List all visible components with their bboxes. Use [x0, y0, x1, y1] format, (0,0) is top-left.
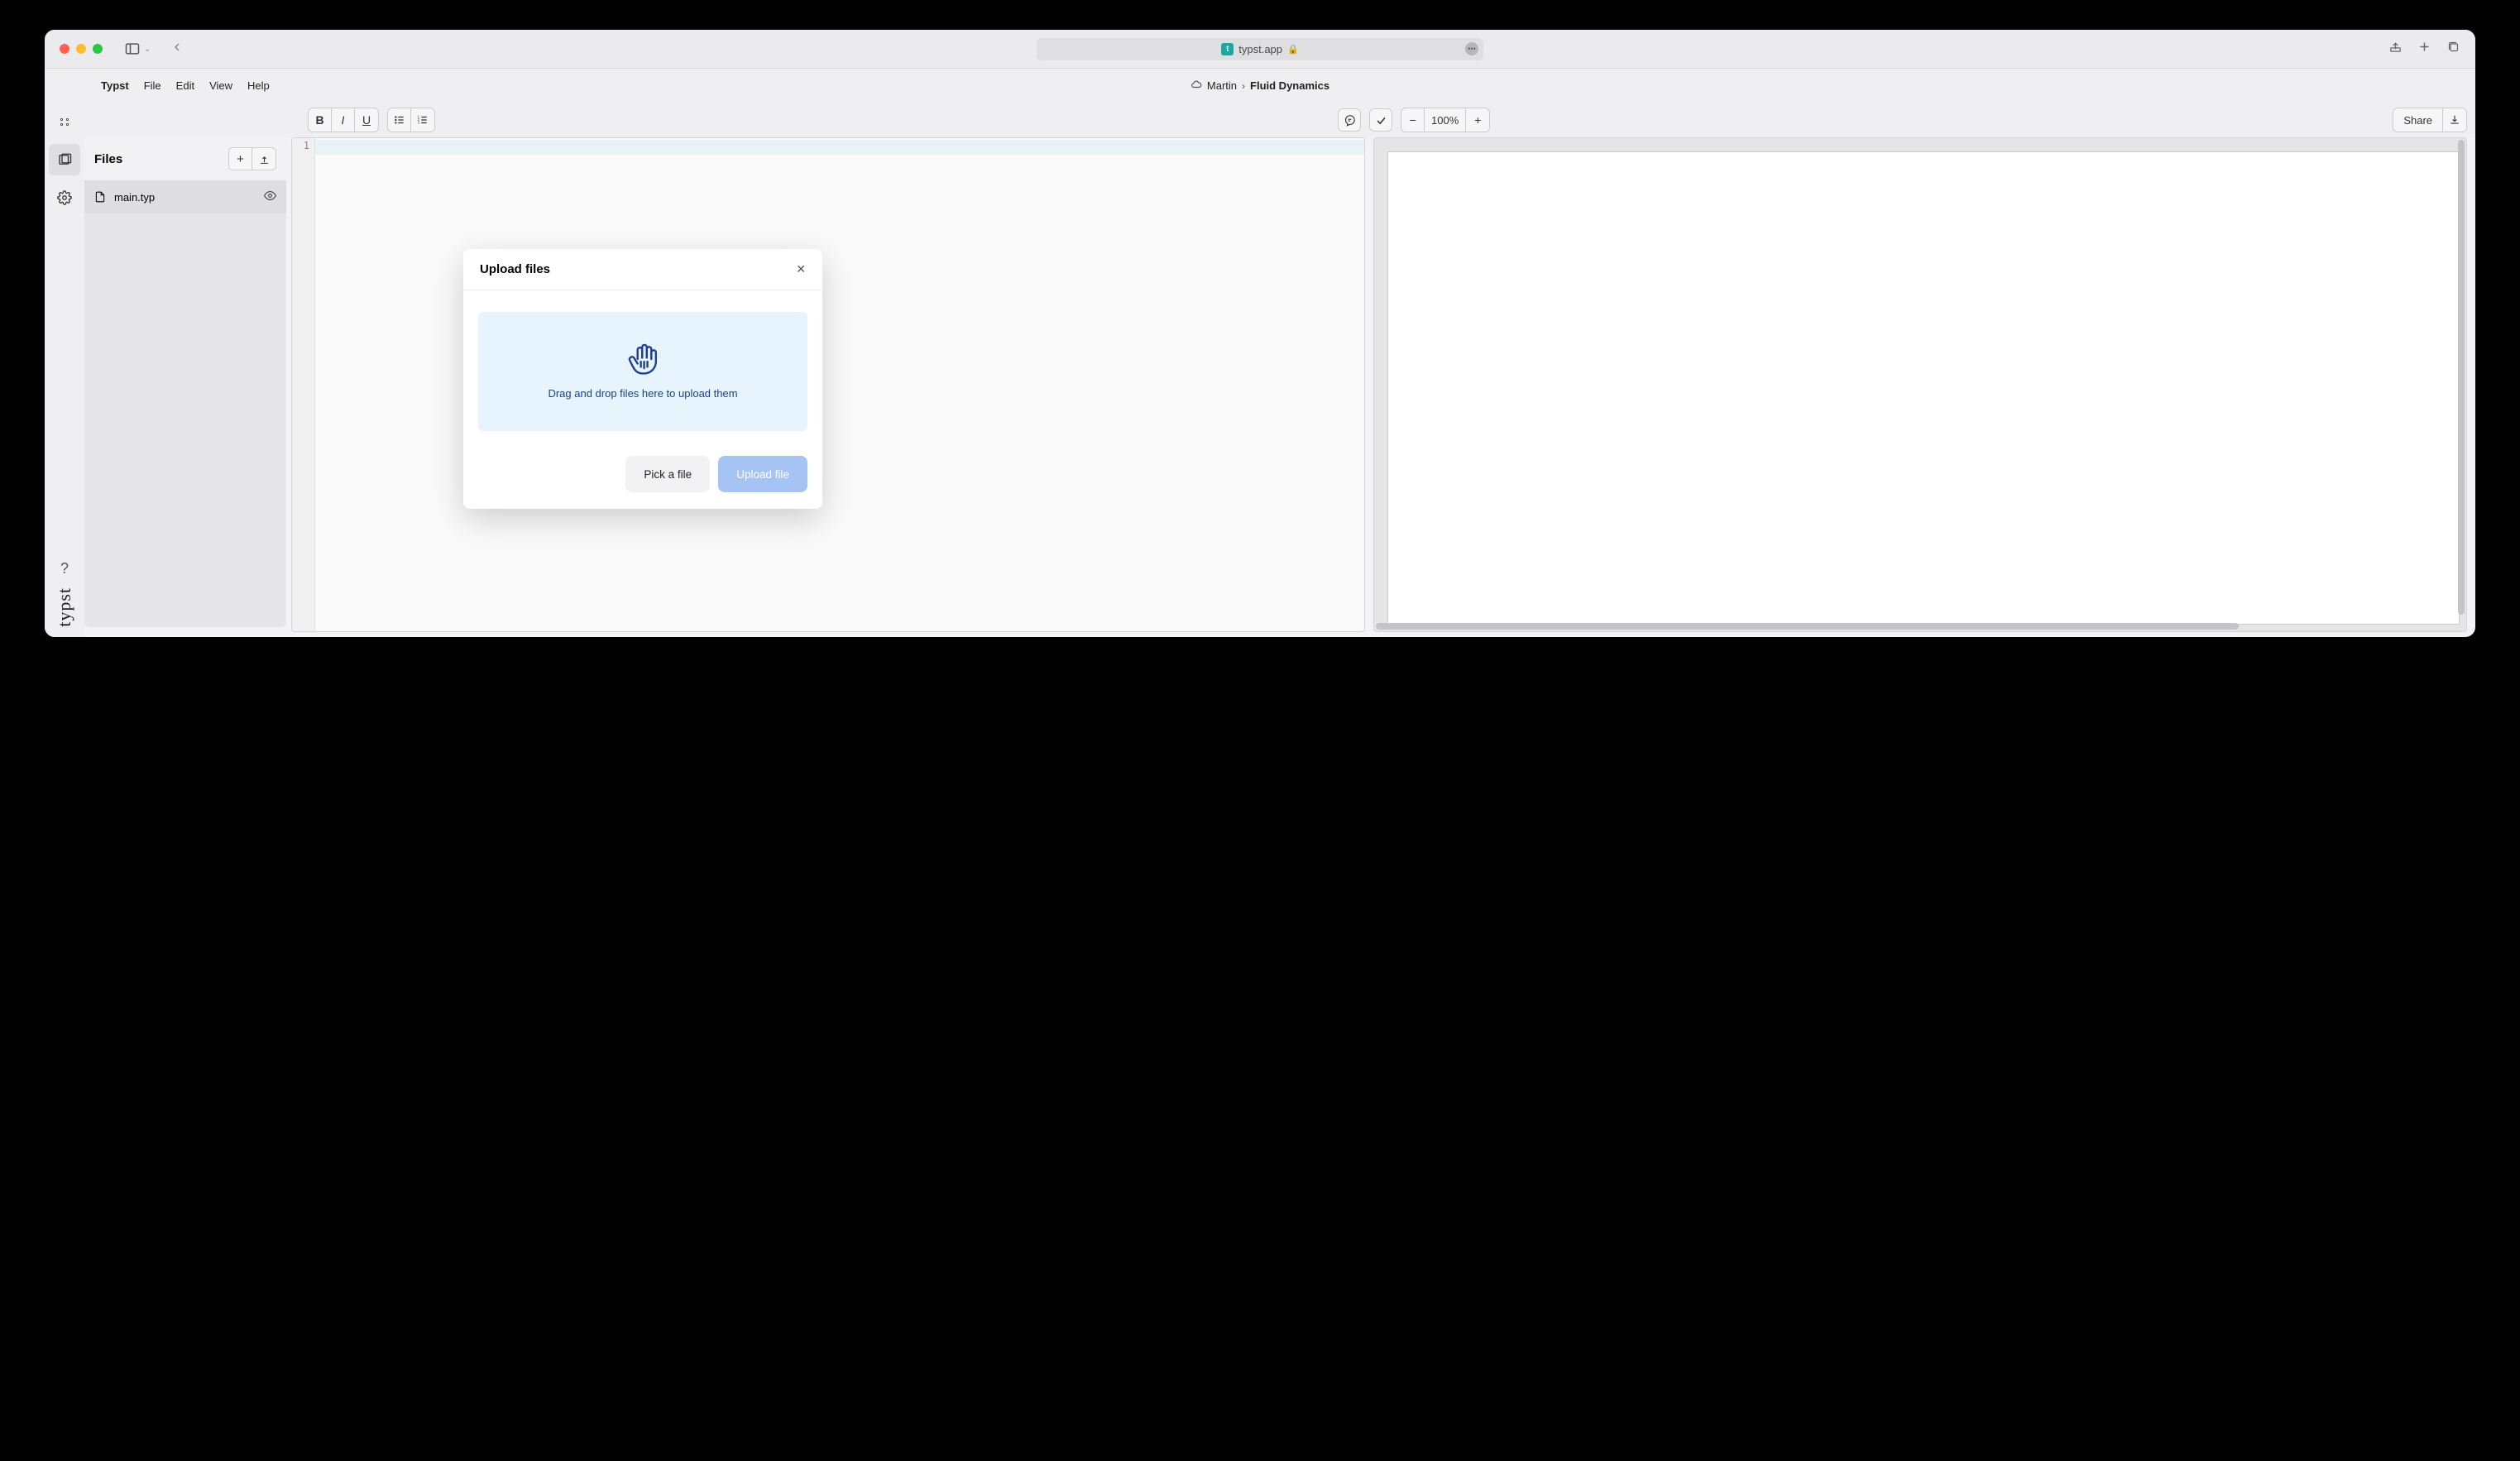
eye-icon[interactable]: [264, 189, 276, 204]
zoom-in-button[interactable]: +: [1466, 108, 1489, 132]
browser-sidebar-toggle[interactable]: ⌄: [124, 41, 151, 57]
menu-bar: Typst File Edit View Help: [101, 79, 270, 92]
breadcrumb-project[interactable]: Fluid Dynamics: [1250, 79, 1329, 92]
breadcrumb-user[interactable]: Martin: [1207, 79, 1237, 92]
browser-chrome: ⌄ t typst.app 🔒 •••: [45, 30, 2475, 69]
file-icon: [94, 191, 106, 203]
comment-button[interactable]: [1338, 108, 1361, 132]
preview-pane: [1373, 137, 2467, 632]
address-more-icon[interactable]: •••: [1465, 42, 1478, 55]
tabs-icon[interactable]: [2446, 40, 2460, 58]
close-icon[interactable]: ✕: [796, 262, 806, 276]
site-favicon: t: [1221, 43, 1234, 55]
share-button[interactable]: Share: [2393, 108, 2443, 132]
preview-page: [1387, 151, 2460, 625]
line-gutter: 1: [292, 138, 315, 631]
modal-header: Upload files ✕: [463, 249, 822, 290]
browser-window: ⌄ t typst.app 🔒 ••• Typst: [45, 30, 2475, 637]
files-panel-title: Files: [94, 152, 122, 166]
menu-brand[interactable]: Typst: [101, 79, 129, 92]
line-number: 1: [292, 140, 309, 151]
dropzone[interactable]: Drag and drop files here to upload them: [478, 312, 807, 431]
menu-view[interactable]: View: [209, 79, 232, 92]
bold-button[interactable]: B: [309, 108, 332, 132]
lock-icon: 🔒: [1287, 44, 1299, 55]
italic-button[interactable]: I: [332, 108, 355, 132]
app-body: ? typst B I U 123: [45, 103, 2475, 637]
preview-scrollbar-vertical[interactable]: [2458, 140, 2465, 615]
menu-help[interactable]: Help: [247, 79, 270, 92]
settings-tab[interactable]: [49, 182, 80, 213]
file-row-main[interactable]: main.typ: [84, 180, 286, 213]
underline-button[interactable]: U: [355, 108, 378, 132]
window-maximize[interactable]: [93, 44, 103, 54]
add-file-button[interactable]: +: [229, 148, 252, 170]
zoom-out-button[interactable]: −: [1401, 108, 1425, 132]
traffic-lights: [60, 44, 103, 54]
chevron-right-icon: ›: [1242, 80, 1245, 92]
upload-file-button[interactable]: [252, 148, 275, 170]
modal-title: Upload files: [480, 262, 550, 276]
address-bar[interactable]: t typst.app 🔒 •••: [1037, 38, 1483, 60]
hand-icon: [627, 342, 659, 376]
download-button[interactable]: [2443, 108, 2466, 132]
breadcrumb: Martin › Fluid Dynamics: [1191, 79, 1329, 93]
check-button[interactable]: [1369, 108, 1392, 132]
upload-files-modal: Upload files ✕ Drag and drop files here …: [463, 249, 822, 509]
file-name: main.typ: [114, 191, 155, 204]
left-rail: ? typst: [45, 103, 84, 637]
window-minimize[interactable]: [76, 44, 86, 54]
grip-handle-icon[interactable]: [49, 106, 80, 137]
dropzone-text: Drag and drop files here to upload them: [548, 386, 737, 401]
numbered-list-button[interactable]: 123: [411, 108, 434, 132]
browser-back[interactable]: [170, 41, 184, 58]
share-icon[interactable]: [2388, 40, 2403, 58]
files-panel: Files + main.typ: [84, 137, 286, 627]
svg-text:3: 3: [418, 121, 420, 125]
app-toolbar: B I U 123: [84, 103, 2475, 137]
list-group: 123: [387, 108, 435, 132]
pick-file-button[interactable]: Pick a file: [625, 456, 710, 492]
typst-logo: typst: [54, 587, 75, 627]
share-group: Share: [2393, 108, 2467, 132]
code-editor[interactable]: 1: [291, 137, 1365, 632]
modal-footer: Pick a file Upload file: [463, 446, 822, 509]
text-style-group: B I U: [308, 108, 379, 132]
help-icon[interactable]: ?: [60, 560, 69, 577]
menu-edit[interactable]: Edit: [176, 79, 194, 92]
zoom-value[interactable]: 100%: [1425, 108, 1466, 132]
address-url: typst.app: [1238, 43, 1282, 55]
chevron-down-icon: ⌄: [144, 45, 151, 54]
files-panel-tab[interactable]: [49, 144, 80, 175]
window-close[interactable]: [60, 44, 69, 54]
bullet-list-button[interactable]: [388, 108, 411, 132]
cloud-icon: [1191, 79, 1202, 93]
zoom-group: − 100% +: [1401, 108, 1490, 132]
preview-scrollbar-horizontal[interactable]: [1376, 623, 2455, 630]
active-line-highlight: [315, 140, 1364, 155]
files-panel-header: Files +: [84, 137, 286, 180]
upload-file-submit-button[interactable]: Upload file: [718, 456, 807, 492]
new-tab-icon[interactable]: [2417, 40, 2431, 58]
app-header: Typst File Edit View Help Martin › Fluid…: [45, 69, 2475, 103]
menu-file[interactable]: File: [144, 79, 161, 92]
